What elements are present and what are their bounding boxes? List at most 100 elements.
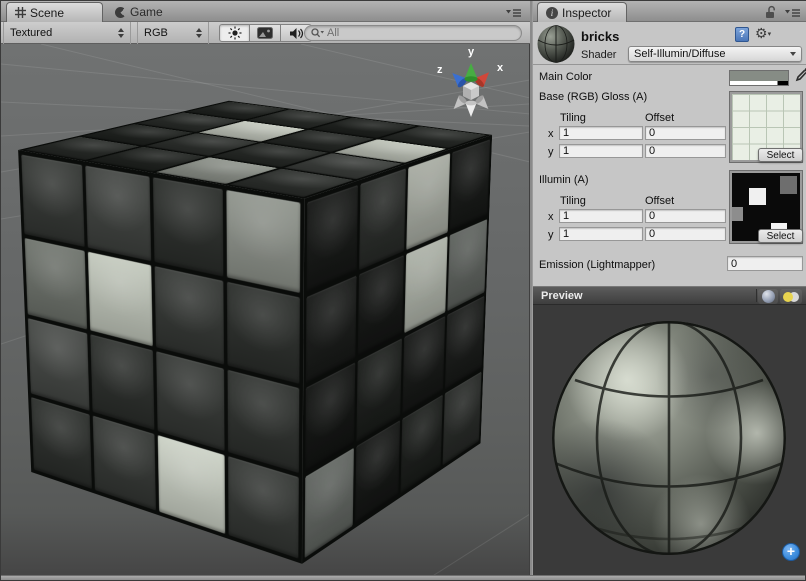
search-input[interactable]	[327, 27, 497, 39]
preview-mesh-button[interactable]	[758, 289, 778, 304]
base-tiling-x-input[interactable]	[559, 126, 643, 140]
chevron-down-icon	[790, 52, 796, 56]
tab-inspector-label: Inspector	[562, 6, 611, 20]
material-name: bricks	[581, 29, 619, 44]
inspector-panel: i Inspector	[532, 1, 806, 577]
cube-tile	[85, 166, 151, 261]
info-icon: i	[546, 7, 558, 19]
cube-tile	[28, 318, 89, 410]
cube-tile	[92, 415, 156, 510]
render-mode-value: Textured	[10, 27, 52, 39]
shader-label: Shader	[581, 49, 616, 61]
base-tiling-header: Tiling	[560, 112, 586, 124]
axis-z-label: z	[437, 64, 443, 76]
preview-sphere	[549, 318, 789, 558]
main-color-value	[730, 71, 788, 81]
illumin-texture-square	[780, 176, 798, 194]
scene-panel-menu-icon[interactable]	[506, 8, 522, 18]
base-x-label: x	[548, 128, 554, 140]
emission-label: Emission (Lightmapper)	[539, 259, 655, 271]
eyedropper-icon[interactable]	[794, 67, 806, 85]
illumin-texture-square	[730, 207, 743, 221]
scene-toolbar: Textured RGB	[1, 22, 530, 44]
illumin-x-label: x	[548, 211, 554, 223]
material-header: bricks Shader Self-Illumin/Diffuse ? ⚙▾	[533, 22, 806, 65]
select-label: Select	[767, 150, 795, 161]
updown-arrows-icon	[118, 28, 124, 38]
base-offset-header: Offset	[645, 112, 674, 124]
axis-neg-cone[interactable]	[466, 101, 477, 117]
scene-skybox-toggle[interactable]	[250, 24, 281, 42]
render-mode-dropdown[interactable]: Textured	[3, 22, 131, 44]
preview-lighting-icon	[783, 292, 799, 302]
speaker-icon	[289, 27, 304, 40]
tab-inspector[interactable]: i Inspector	[537, 2, 627, 22]
search-icon	[311, 28, 324, 38]
tab-game-label: Game	[130, 5, 163, 19]
emission-input[interactable]	[727, 256, 803, 271]
axis-y-cone[interactable]	[465, 63, 478, 82]
add-preview-button[interactable]: +	[782, 543, 800, 561]
preview-lighting-button[interactable]	[780, 289, 802, 304]
cube-object[interactable]	[132, 123, 407, 498]
tab-game[interactable]: Game	[107, 2, 179, 22]
inspector-tabstrip: i Inspector	[533, 1, 806, 22]
illumin-offset-x-input[interactable]	[645, 209, 726, 223]
base-texture-select-button[interactable]: Select	[758, 148, 803, 162]
preview-title: Preview	[541, 290, 583, 302]
base-offset-y-input[interactable]	[645, 144, 726, 158]
illumin-texture-square	[749, 188, 766, 205]
illumin-texture-select-button[interactable]: Select	[758, 229, 803, 243]
color-mode-dropdown[interactable]: RGB	[137, 22, 209, 44]
gizmo-hub-cube[interactable]	[463, 82, 479, 100]
base-offset-x-input[interactable]	[645, 126, 726, 140]
illumin-offset-y-input[interactable]	[645, 227, 726, 241]
tab-scene[interactable]: Scene	[6, 2, 103, 22]
cube-tile	[155, 266, 224, 365]
gear-icon[interactable]: ⚙▾	[755, 25, 771, 42]
cube-tile	[226, 190, 300, 292]
scene-lighting-toggle[interactable]	[219, 24, 250, 42]
scene-viewport[interactable]: y x z	[1, 44, 530, 577]
base-tiling-y-input[interactable]	[559, 144, 643, 158]
inspector-menu-icon[interactable]	[785, 8, 801, 18]
material-preview-area[interactable]: +	[533, 305, 806, 577]
main-color-swatch[interactable]	[729, 70, 789, 86]
illumin-tiling-y-input[interactable]	[559, 227, 643, 241]
cube-tile	[158, 435, 225, 534]
cube-tile	[25, 238, 87, 330]
scene-tabstrip: Scene Game	[1, 1, 530, 22]
image-icon	[257, 27, 273, 39]
inspector-lock-icon[interactable]	[765, 5, 777, 22]
preview-header-separator	[756, 289, 757, 302]
preview-sphere-icon	[762, 290, 775, 303]
cube-tile	[90, 334, 154, 429]
illumin-tiling-x-input[interactable]	[559, 209, 643, 223]
illumin-offset-header: Offset	[645, 195, 674, 207]
cube-face-front	[18, 150, 304, 564]
illumin-y-label: y	[548, 229, 554, 241]
base-y-label: y	[548, 146, 554, 158]
game-icon	[115, 7, 126, 18]
updown-arrows-icon	[196, 28, 202, 38]
illumin-tiling-header: Tiling	[560, 195, 586, 207]
cube-tile	[87, 251, 152, 346]
sun-icon	[228, 26, 242, 40]
cube-tile	[21, 155, 84, 247]
cube-tile	[156, 351, 224, 450]
help-icon[interactable]: ?	[735, 27, 749, 42]
shader-dropdown[interactable]: Self-Illumin/Diffuse	[628, 46, 802, 62]
cube-tile	[227, 281, 300, 384]
scene-search-field[interactable]	[304, 25, 522, 41]
cube-tile	[450, 139, 491, 231]
window-bottom-edge	[1, 575, 805, 580]
base-section-label: Base (RGB) Gloss (A)	[539, 91, 647, 103]
unity-editor-window: Scene Game Textured RGB	[0, 0, 806, 581]
cube-tile	[406, 153, 450, 249]
scene-panel: Scene Game Textured RGB	[1, 1, 530, 577]
cube-tile	[359, 168, 406, 269]
shader-value: Self-Illumin/Diffuse	[634, 48, 726, 60]
orientation-gizmo[interactable]: y x z	[431, 44, 511, 126]
scene-grid-icon	[15, 7, 26, 18]
axis-y-label: y	[468, 46, 475, 58]
